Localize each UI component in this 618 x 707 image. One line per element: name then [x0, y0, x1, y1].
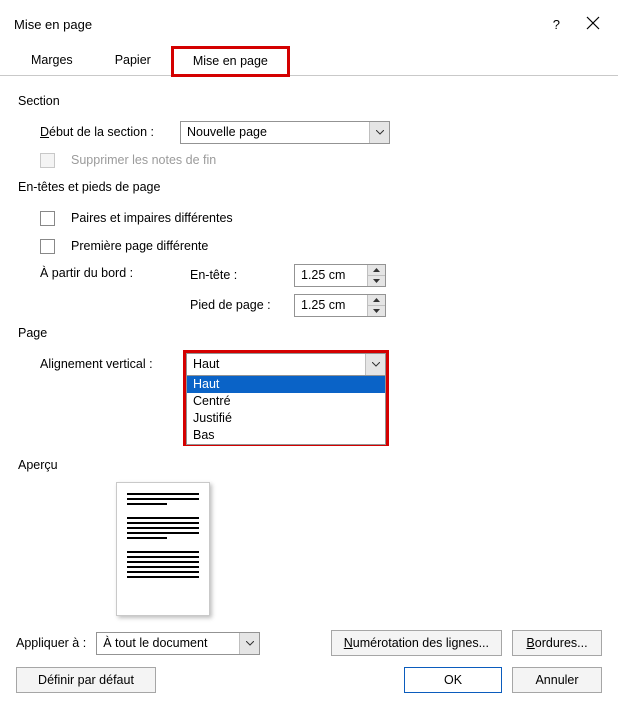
chevron-down-icon[interactable] [365, 354, 385, 375]
tabs: Marges Papier Mise en page [0, 42, 618, 76]
group-entetes: En-têtes et pieds de page [18, 180, 602, 194]
chevron-down-icon[interactable] [239, 633, 259, 654]
label-a-partir-bord: À partir du bord : [40, 260, 190, 320]
help-button[interactable]: ? [553, 17, 560, 32]
spinner-up-icon[interactable] [368, 265, 385, 276]
label-premiere-page: Première page différente [71, 239, 208, 253]
label-supprimer-notes: Supprimer les notes de fin [71, 153, 216, 167]
option-justifie[interactable]: Justifié [187, 410, 385, 427]
checkbox-premiere-page[interactable] [40, 239, 55, 254]
tab-papier[interactable]: Papier [94, 46, 172, 75]
label-paires-impaires: Paires et impaires différentes [71, 211, 233, 225]
checkbox-supprimer-notes [40, 153, 55, 168]
option-centre[interactable]: Centré [187, 393, 385, 410]
group-section: Section [18, 94, 602, 108]
option-haut[interactable]: Haut [187, 376, 385, 393]
spinner-down-icon[interactable] [368, 276, 385, 286]
label-debut-section: Début de la section : [40, 125, 180, 139]
button-numerotation-lignes[interactable]: Numérotation des lignes... [331, 630, 502, 656]
button-definir-par-defaut[interactable]: Définir par défaut [16, 667, 156, 693]
label-alignement-vertical: Alignement vertical : [40, 357, 186, 371]
label-pied: Pied de page : [190, 298, 294, 312]
spinner-entete[interactable]: 1.25 cm [294, 264, 386, 287]
select-alignement-vertical[interactable]: Haut [186, 353, 386, 376]
checkbox-paires-impaires[interactable] [40, 211, 55, 226]
chevron-down-icon[interactable] [369, 122, 389, 143]
close-icon [586, 16, 600, 30]
dropdown-alignement-vertical: Haut Centré Justifié Bas [186, 376, 386, 445]
button-bordures[interactable]: Bordures... [512, 630, 602, 656]
preview-page [116, 482, 210, 616]
group-apercu: Aperçu [18, 458, 602, 472]
titlebar: Mise en page ? [0, 0, 618, 42]
label-entete: En-tête : [190, 268, 294, 282]
ok-button[interactable]: OK [404, 667, 502, 693]
tab-marges[interactable]: Marges [10, 46, 94, 75]
dialog-title: Mise en page [14, 17, 92, 32]
select-appliquer-a[interactable]: À tout le document [96, 632, 260, 655]
close-button[interactable] [586, 16, 600, 33]
tab-mise-en-page[interactable]: Mise en page [172, 47, 289, 76]
option-bas[interactable]: Bas [187, 427, 385, 444]
label-appliquer-a: Appliquer à : [16, 636, 86, 650]
spinner-down-icon[interactable] [368, 306, 385, 316]
cancel-button[interactable]: Annuler [512, 667, 602, 693]
spinner-pied[interactable]: 1.25 cm [294, 294, 386, 317]
spinner-up-icon[interactable] [368, 295, 385, 306]
select-debut-section[interactable]: Nouvelle page [180, 121, 390, 144]
group-page: Page [18, 326, 602, 340]
